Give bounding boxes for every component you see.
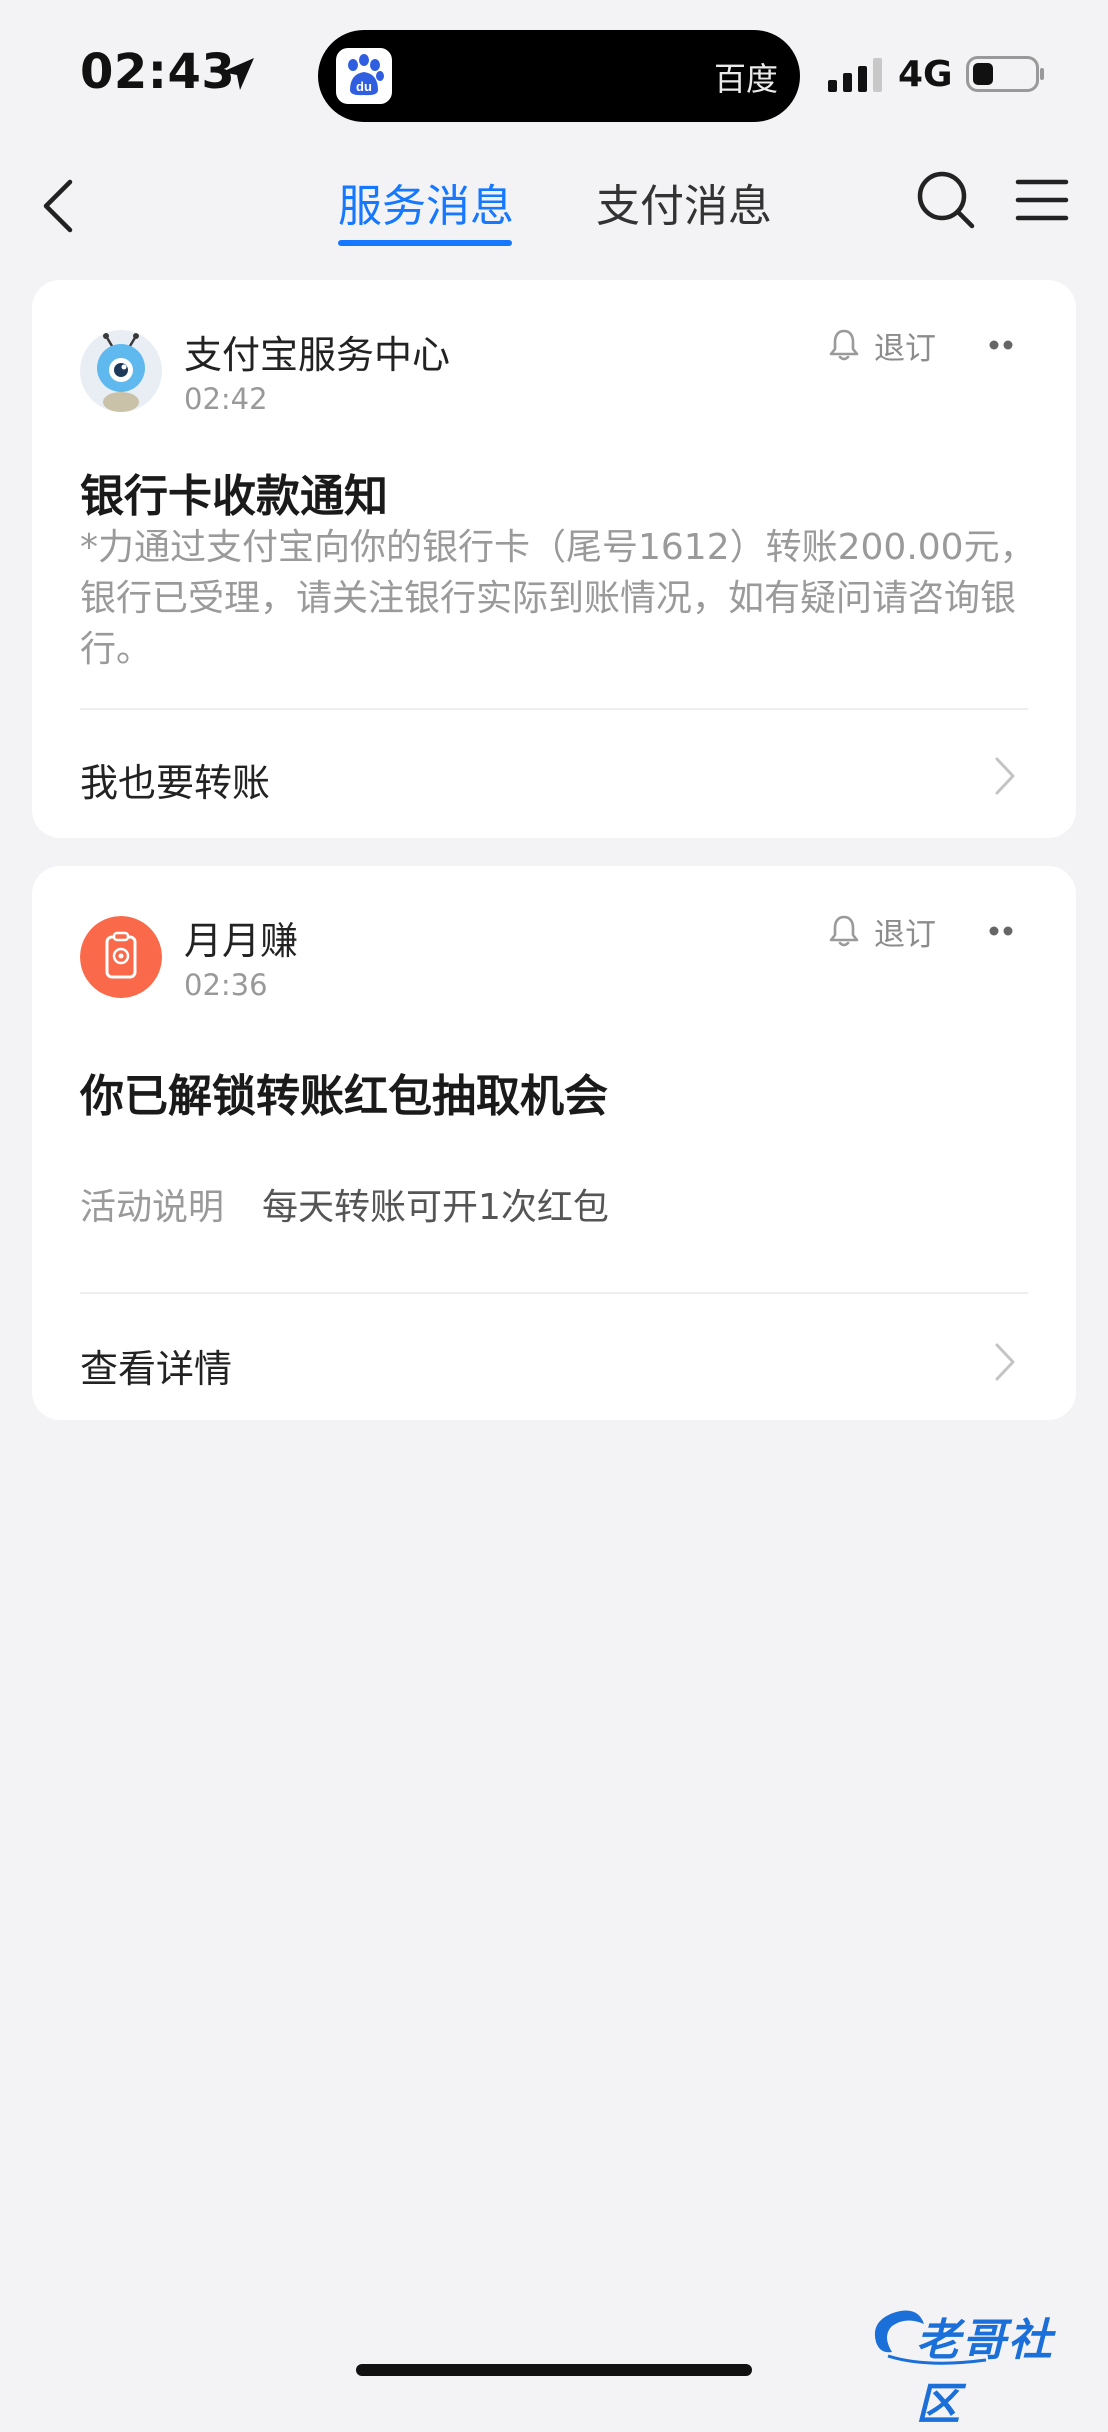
sender-name: 支付宝服务中心 [184, 333, 451, 377]
divider [80, 708, 1028, 710]
status-bar: 02:43 du 百度 4G [0, 0, 1108, 150]
divider [80, 1292, 1028, 1294]
location-arrow-icon [222, 58, 254, 90]
watermark-logo: 老哥社区 [866, 2302, 1096, 2430]
chevron-right-icon [995, 757, 1015, 795]
avatar-yueyuezhuan [80, 916, 162, 998]
network-type: 4G [898, 54, 953, 95]
view-details-row[interactable]: 查看详情 [32, 1298, 1076, 1408]
message-title: 银行卡收款通知 [80, 471, 388, 522]
nav-bar: 服务消息 支付消息 [0, 150, 1108, 260]
action-label: 我也要转账 [80, 761, 271, 805]
island-app-name: 百度 [713, 60, 778, 98]
avatar-alipay-service [80, 330, 162, 412]
unsubscribe-label: 退订 [874, 916, 936, 953]
more-options-icon[interactable] [976, 916, 1024, 946]
more-options-icon[interactable] [976, 330, 1024, 360]
sender-name: 月月赚 [184, 919, 299, 963]
baidu-app-icon: du [336, 48, 392, 104]
message-time: 02:42 [184, 382, 268, 416]
activity-description-label: 活动说明 [80, 1187, 225, 1228]
chevron-right-icon [995, 1343, 1015, 1381]
back-chevron-icon[interactable] [36, 172, 80, 240]
tab-payment-messages[interactable]: 支付消息 [596, 170, 772, 234]
status-time: 02:43 [80, 44, 236, 100]
svg-text:du: du [356, 79, 372, 94]
message-card-yueyuezhuan[interactable]: 月月赚 02:36 退订 你已解锁转账红包抽取机会 活动说明 每天转账可开1次红… [32, 866, 1076, 1420]
cellular-signal-icon [828, 58, 882, 92]
unsubscribe-label: 退订 [874, 330, 936, 367]
unsubscribe-button[interactable]: 退订 [828, 910, 936, 953]
message-body: *力通过支付宝向你的银行卡（尾号1612）转账200.00元，银行已受理，请关注… [80, 527, 1036, 670]
action-label: 查看详情 [80, 1347, 233, 1391]
bell-icon [829, 329, 859, 361]
battery-icon [966, 56, 1044, 92]
unsubscribe-button[interactable]: 退订 [828, 324, 936, 367]
bell-icon [829, 915, 859, 947]
active-tab-indicator [338, 240, 512, 246]
message-time: 02:36 [184, 968, 268, 1002]
activity-description-value: 每天转账可开1次红包 [262, 1187, 609, 1228]
message-title: 你已解锁转账红包抽取机会 [80, 1071, 608, 1122]
search-icon[interactable] [914, 168, 978, 232]
home-indicator[interactable] [356, 2364, 752, 2376]
menu-icon[interactable] [1012, 172, 1072, 228]
dynamic-island[interactable]: du 百度 [318, 30, 800, 122]
message-card-alipay-service[interactable]: 支付宝服务中心 02:42 退订 银行卡收款通知 *力通过支付宝向你的银行卡（尾… [32, 280, 1076, 838]
tab-service-messages[interactable]: 服务消息 [338, 170, 514, 234]
watermark-text: 老哥社区 [916, 2315, 1054, 2430]
transfer-action-row[interactable]: 我也要转账 [32, 712, 1076, 822]
